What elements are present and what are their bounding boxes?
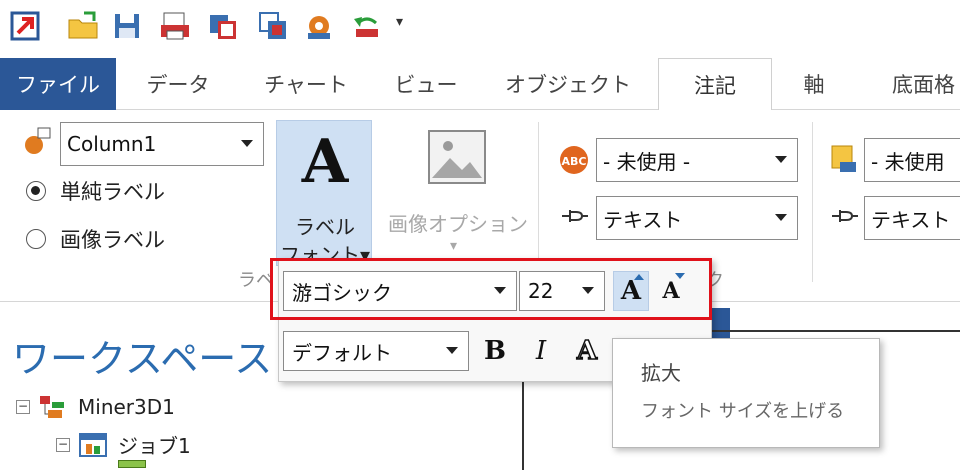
tree-item-label: Miner3D1 [78,395,175,419]
tab-data[interactable]: データ [130,58,226,110]
tab-view[interactable]: ビュー [384,58,468,110]
image-placeholder-icon [428,130,486,184]
label-type-select-1[interactable]: テキスト [596,196,798,240]
label-field-value-1: - 未使用 - [603,149,691,174]
label-font-line1: ラベル [295,215,355,239]
italic-button[interactable]: I [523,331,559,371]
label-field-value-2: - 未使用 [871,149,945,174]
tree-item-job[interactable]: − ジョブ1 [56,430,191,459]
label-type-value-2: テキスト [871,207,951,232]
customize-toolbar-icon[interactable]: ▾ [396,14,403,30]
outline-button[interactable]: A [569,331,605,371]
tag-label-icon [826,142,860,176]
font-letter-icon: A [301,127,349,197]
tree-collapse-icon[interactable]: − [16,400,30,414]
plug-icon [560,204,590,228]
plug-icon [830,204,860,228]
miner-project-icon [40,396,64,418]
tab-chart[interactable]: チャート [252,58,360,110]
print-layout-icon[interactable] [158,9,192,43]
radio-unselected-icon [26,229,46,249]
abc-label-icon: ABC [558,144,590,176]
job-window-icon [79,432,107,457]
radio-image-label-text: 画像ラベル [60,228,165,252]
label-type-value-1: テキスト [603,207,683,232]
label-type-select-2[interactable]: テキスト [864,196,960,240]
tooltip-title: 拡大 [641,361,681,385]
tab-file[interactable]: ファイル [0,58,116,110]
undo-icon[interactable] [350,9,384,43]
tree-collapse-icon[interactable]: − [56,437,70,452]
image-option-button[interactable]: 画像オプション [388,208,528,237]
tab-annotation[interactable]: 注記 [658,58,772,111]
label-column-value: Column1 [67,132,157,156]
label-column-icon [22,126,52,156]
radio-simple-label[interactable]: 単純ラベル [26,176,165,206]
label-field-select-1[interactable]: - 未使用 - [596,138,798,182]
chevron-down-icon [775,156,787,163]
tooltip-description: フォント サイズを上げる [641,401,845,422]
label-field-select-2[interactable]: - 未使用 [864,138,960,182]
open-folder-icon[interactable] [66,9,100,43]
highlight-frame [270,258,712,320]
image-option-arrow-icon: ▾ [450,238,458,254]
workspace-title: ワークスペース [12,337,273,381]
radio-selected-icon [26,181,46,201]
bold-button[interactable]: B [477,331,513,371]
tab-object[interactable]: オブジェクト [500,58,636,110]
ribbon-tab-bar: ファイル データ チャート ビュー オブジェクト 注記 軸 底面格 [0,58,960,111]
external-link-icon[interactable] [8,9,42,43]
save-icon[interactable] [110,9,144,43]
chevron-down-icon [775,214,787,221]
tree-item-miner[interactable]: − Miner3D1 [16,394,175,420]
group-label-left: ラベ [238,270,274,291]
chevron-down-icon [241,140,253,147]
radio-image-label[interactable]: 画像ラベル [26,224,165,254]
font-style-value: デフォルト [292,340,392,365]
radio-simple-label-text: 単純ラベル [60,180,165,204]
grow-font-tooltip: 拡大 フォント サイズを上げる [612,338,880,448]
label-font-button[interactable]: A ラベル フォント▾ [276,120,372,267]
ribbon-separator [812,122,813,282]
quick-access-toolbar: ▾ [0,0,960,56]
tab-floor[interactable]: 底面格 [876,58,960,110]
settings-gear-icon[interactable] [302,9,336,43]
label-column-select[interactable]: Column1 [60,122,264,166]
svg-text:ABC: ABC [562,155,587,168]
font-style-select[interactable]: デフォルト [283,331,469,371]
tab-axis[interactable]: 軸 [786,58,842,110]
chevron-down-icon [446,347,458,354]
export-image-icon[interactable] [206,9,240,43]
copy-image-icon[interactable] [256,9,290,43]
tree-item-label: ジョブ1 [118,434,191,458]
